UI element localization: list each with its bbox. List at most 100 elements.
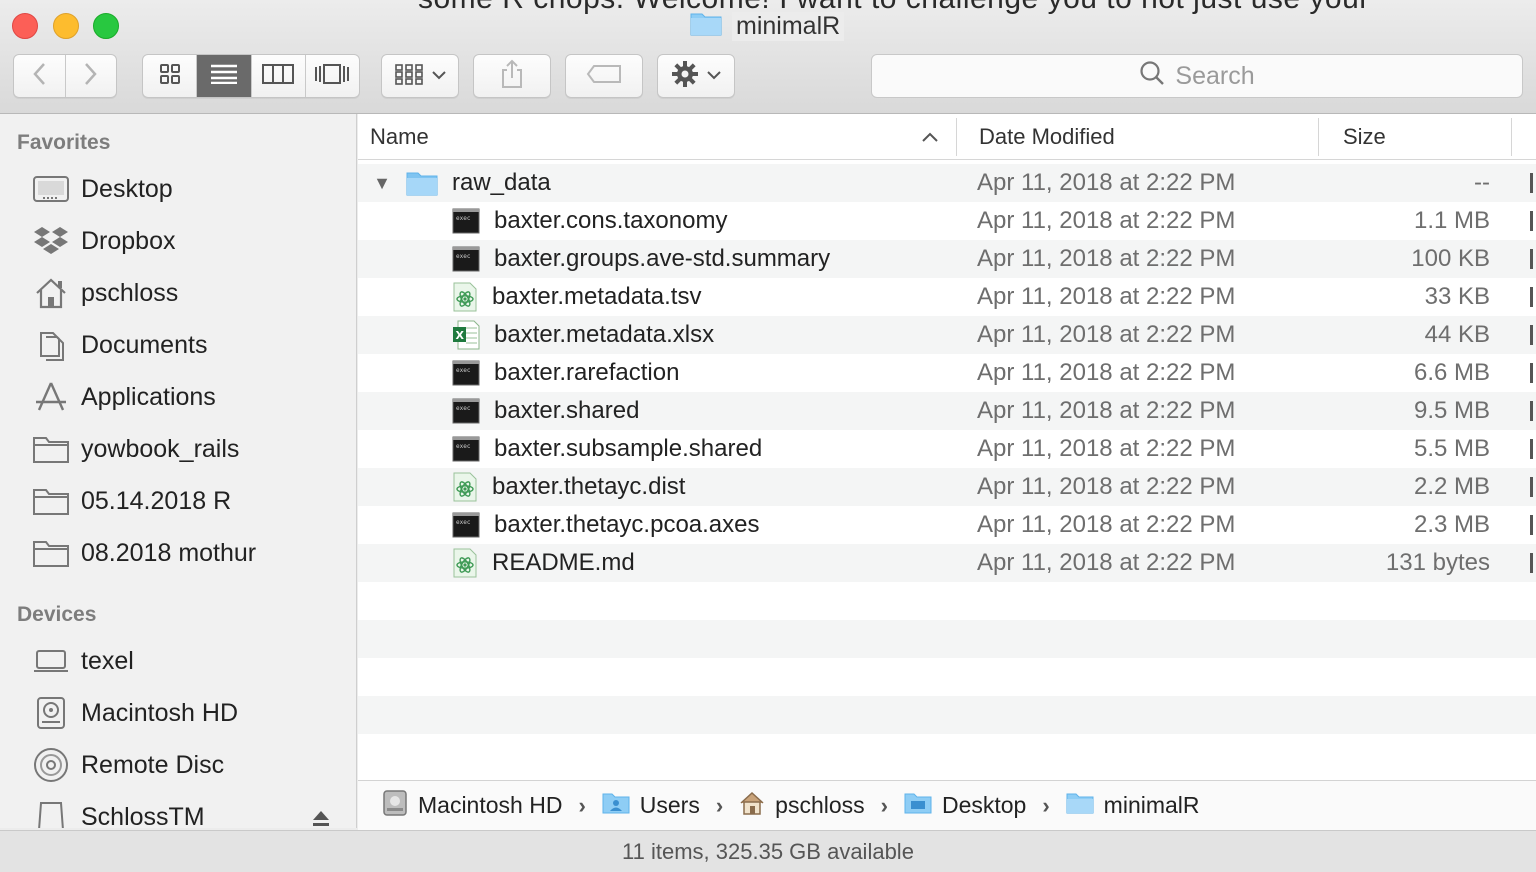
chevron-right-icon: › <box>1042 792 1050 818</box>
icon-view-button[interactable] <box>143 55 198 97</box>
sidebar-item-08-2018-mothur[interactable]: 08.2018 mothur <box>33 533 343 573</box>
path-item-minimalr[interactable]: minimalR <box>1066 791 1200 821</box>
file-row[interactable]: baxter.thetayc.dist Apr 11, 2018 at 2:22 … <box>358 468 1536 506</box>
file-date: Apr 11, 2018 at 2:22 PM <box>977 511 1236 538</box>
applications-icon <box>33 380 69 414</box>
disclosure-triangle-icon[interactable]: ▼ <box>372 173 392 194</box>
file-name: baxter.metadata.xlsx <box>494 321 715 348</box>
file-row[interactable]: exec baxter.rarefaction Apr 11, 2018 at 2:… <box>358 354 1536 392</box>
home-icon <box>33 276 69 310</box>
column-view-button[interactable] <box>252 55 306 97</box>
chevron-right-icon: › <box>880 792 888 818</box>
file-row[interactable]: exec baxter.thetayc.pcoa.axes Apr 11, 2018… <box>358 506 1536 544</box>
list-view-button[interactable] <box>197 55 252 97</box>
sidebar-item-desktop[interactable]: Desktop <box>33 169 343 209</box>
empty-row <box>358 696 1536 734</box>
svg-text:X: X <box>456 329 465 342</box>
svg-text:exec: exec <box>456 367 471 374</box>
sidebar-item-label: texel <box>81 646 134 675</box>
kind-column-edge <box>1530 553 1533 573</box>
file-row[interactable]: README.md Apr 11, 2018 at 2:22 PM 131 byte… <box>358 544 1536 582</box>
cover-flow-button[interactable] <box>306 55 359 97</box>
action-menu-button[interactable] <box>657 54 735 98</box>
file-row[interactable]: exec baxter.subsample.shared Apr 11, 2018 … <box>358 430 1536 468</box>
sidebar-item-documents[interactable]: Documents <box>33 325 343 365</box>
sidebar-item-label: Applications <box>81 382 216 411</box>
empty-row <box>358 620 1536 658</box>
sidebar-item-macintosh-hd[interactable]: Macintosh HD <box>33 693 343 733</box>
sidebar-item-label: yowbook_rails <box>81 434 240 463</box>
path-item-desktop[interactable]: Desktop <box>904 791 1026 821</box>
kind-column-edge <box>1530 173 1533 193</box>
title-toolbar: some R chops. Welcome! I want to challen… <box>0 0 1536 114</box>
file-size: 2.3 MB <box>1413 511 1490 538</box>
path-item-users[interactable]: Users <box>602 791 700 821</box>
folder-icon <box>33 432 69 466</box>
sidebar-item-05-14-2018-r[interactable]: 05.14.2018 R <box>33 481 343 521</box>
sidebar-item-label: Desktop <box>81 174 173 203</box>
terminal-file-icon: exec <box>452 436 480 462</box>
chevron-right-icon <box>84 62 98 91</box>
cover-flow-icon <box>314 63 350 89</box>
search-placeholder: Search <box>1175 61 1255 90</box>
file-row[interactable]: ▼ raw_data Apr 11, 2018 at 2:22 PM -- <box>358 164 1536 202</box>
sidebar-item-schlosstm[interactable]: SchlossTM <box>33 797 343 828</box>
sidebar-item-label: Remote Disc <box>81 750 225 779</box>
view-mode-group <box>142 54 360 98</box>
sidebar-item-dropbox[interactable]: Dropbox <box>33 221 343 261</box>
sort-ascending-icon[interactable] <box>922 114 938 160</box>
file-size: -- <box>1474 169 1490 196</box>
folder-icon <box>1066 791 1094 821</box>
file-name-cell: Xbaxter.metadata.xlsx <box>452 316 714 354</box>
path-label: pschloss <box>775 792 865 818</box>
file-size: 131 bytes <box>1385 549 1490 576</box>
share-button[interactable] <box>473 54 551 98</box>
arrange-button[interactable] <box>381 54 459 98</box>
file-row[interactable]: baxter.metadata.tsv Apr 11, 2018 at 2:22 … <box>358 278 1536 316</box>
external-drive-icon <box>33 800 69 828</box>
file-name-cell: exec baxter.rarefaction <box>452 354 679 392</box>
file-date: Apr 11, 2018 at 2:22 PM <box>977 359 1236 386</box>
file-name-cell: exec baxter.thetayc.pcoa.axes <box>452 506 760 544</box>
file-name-cell: ▼ raw_data <box>372 164 551 202</box>
forward-button[interactable] <box>66 55 117 97</box>
file-row[interactable]: exec baxter.groups.ave-std.summary Apr 11,… <box>358 240 1536 278</box>
desktop-folder-icon <box>904 791 932 821</box>
zoom-window-button[interactable] <box>93 13 119 39</box>
column-size[interactable]: Size <box>1343 114 1386 160</box>
file-name: baxter.shared <box>494 397 640 424</box>
file-date: Apr 11, 2018 at 2:22 PM <box>977 283 1236 310</box>
search-field[interactable]: Search <box>871 54 1523 98</box>
sidebar-item-home[interactable]: pschloss <box>33 273 343 313</box>
path-label: minimalR <box>1103 792 1200 818</box>
file-name: baxter.thetayc.dist <box>492 473 686 500</box>
sidebar-item-texel[interactable]: texel <box>33 641 343 681</box>
folder-icon <box>33 536 69 570</box>
file-row[interactable]: exec baxter.cons.taxonomy Apr 11, 2018 at … <box>358 202 1536 240</box>
column-date-modified[interactable]: Date Modified <box>979 114 1115 160</box>
file-date: Apr 11, 2018 at 2:22 PM <box>977 435 1236 462</box>
file-row[interactable]: Xbaxter.metadata.xlsx Apr 11, 2018 at 2:2… <box>358 316 1536 354</box>
file-size: 6.6 MB <box>1413 359 1490 386</box>
file-size: 1.1 MB <box>1413 207 1490 234</box>
file-row[interactable]: exec baxter.shared Apr 11, 2018 at 2:22 PM… <box>358 392 1536 430</box>
file-name-cell: exec baxter.groups.ave-std.summary <box>452 240 830 278</box>
eject-icon[interactable] <box>311 807 331 828</box>
edit-tags-button[interactable] <box>565 54 643 98</box>
chevron-left-icon <box>32 62 46 91</box>
path-item-pschloss[interactable]: pschloss <box>739 790 865 822</box>
atom-document-icon <box>452 282 478 312</box>
sidebar-item-applications[interactable]: Applications <box>33 377 343 417</box>
back-button[interactable] <box>14 55 66 97</box>
column-view-icon <box>262 63 295 89</box>
close-window-button[interactable] <box>12 13 38 39</box>
sidebar-item-remote-disc[interactable]: Remote Disc <box>33 745 343 785</box>
documents-icon <box>33 328 69 362</box>
minimize-window-button[interactable] <box>53 13 79 39</box>
column-name[interactable]: Name <box>370 114 429 160</box>
sidebar-item-yowbook-rails[interactable]: yowbook_rails <box>33 429 343 469</box>
path-label: Macintosh HD <box>418 792 563 818</box>
file-size: 100 KB <box>1411 245 1490 272</box>
file-size: 5.5 MB <box>1413 435 1490 462</box>
path-item-macintosh-hd[interactable]: Macintosh HD <box>382 789 562 823</box>
